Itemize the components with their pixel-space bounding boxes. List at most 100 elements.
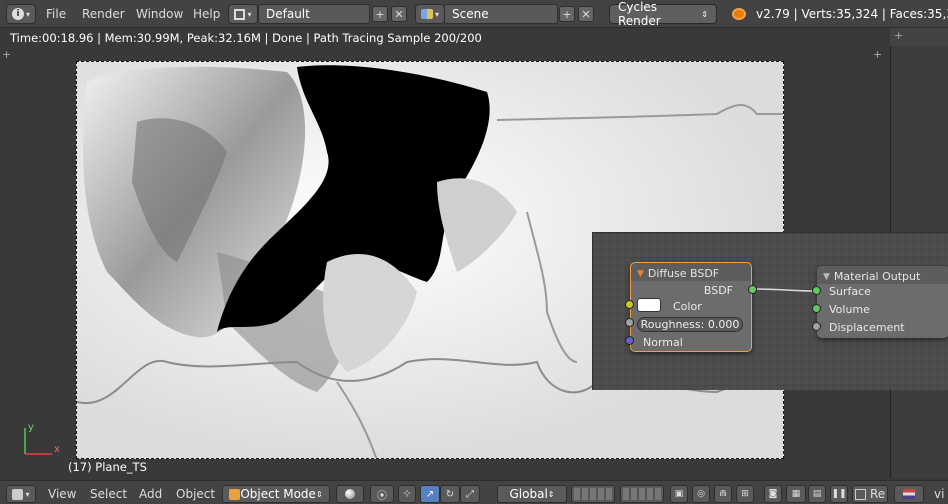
snap-toggle-button[interactable]: ⋒ (714, 485, 732, 503)
circle-icon: ◎ (697, 489, 705, 499)
translate-manipulator-button[interactable]: ↗ (420, 485, 440, 503)
roughness-slider[interactable]: Roughness: 0.000 (637, 317, 743, 332)
plus-icon[interactable]: + (894, 29, 903, 42)
transform-orientation-dropdown[interactable]: Global ⇕ (497, 485, 567, 503)
camera-icon: ◙ (768, 489, 778, 499)
snap-element-button[interactable]: ⊞ (736, 485, 754, 503)
scale-manipulator-button[interactable]: ⤢ (460, 485, 480, 503)
rotate-icon: ↻ (445, 488, 455, 500)
add-layout-button[interactable]: + (372, 6, 388, 22)
active-object-label: (17) Plane_TS (68, 460, 147, 474)
arrow-icon: ↗ (425, 488, 435, 500)
menu-window[interactable]: Window (136, 7, 183, 21)
menu-help[interactable]: Help (193, 7, 220, 21)
output-node-title: Material Output (833, 270, 921, 283)
timeline-icon (903, 489, 915, 499)
diffuse-bsdf-node[interactable]: ▼ Diffuse BSDF BSDF Color Roughness: 0.0… (630, 262, 752, 352)
editor-right-label: Re (870, 487, 886, 501)
volume-input-label: Volume (829, 303, 870, 316)
node-editor-panel[interactable]: ▼ Diffuse BSDF BSDF Color Roughness: 0.0… (592, 232, 948, 390)
info-icon: i (11, 8, 24, 20)
right-panel-header: + (890, 28, 948, 46)
render-button[interactable]: ▦ (786, 485, 806, 503)
updown-icon: ⇕ (701, 9, 708, 19)
proportional-edit-button[interactable]: ◎ (692, 485, 710, 503)
menu-view[interactable]: View (48, 487, 76, 501)
editor-type-right-button[interactable]: Re (852, 485, 888, 503)
collapse-triangle-icon[interactable]: ▼ (637, 269, 644, 279)
delete-scene-button[interactable]: ✕ (578, 6, 594, 22)
y-axis-label: y (28, 422, 34, 433)
rotate-manipulator-button[interactable]: ↻ (440, 485, 460, 503)
render-engine-dropdown[interactable]: Cycles Render ⇕ (609, 0, 717, 28)
scale-icon: ⤢ (466, 488, 474, 500)
screen-layout-browse-button[interactable]: ▾ (228, 4, 258, 24)
node-link (752, 288, 818, 292)
volume-socket[interactable] (812, 304, 821, 313)
top-header-bar: i ▾ File Render Window Help ▾ Default + … (0, 0, 948, 28)
axis-gizmo: y x (24, 422, 60, 455)
plus-icon[interactable]: + (873, 48, 882, 61)
add-scene-button[interactable]: + (559, 6, 575, 22)
plus-icon: + (562, 7, 572, 21)
cube-icon (229, 488, 241, 500)
3d-view-icon (12, 488, 24, 500)
displacement-socket[interactable] (812, 322, 821, 331)
color-socket[interactable] (625, 300, 634, 309)
chevron-down-icon: ▾ (25, 489, 30, 499)
delete-layout-button[interactable]: ✕ (391, 6, 407, 22)
render-status-text: Time:00:18.96 | Mem:30.99M, Peak:32.16M … (0, 28, 890, 46)
menu-add[interactable]: Add (139, 487, 162, 501)
clapper-icon: ▤ (812, 489, 822, 499)
menu-view-right[interactable]: vi (934, 487, 944, 501)
layout-grid-icon (234, 8, 246, 20)
layer-buttons-2[interactable] (620, 485, 664, 503)
pause-icon: ❚❚ (831, 489, 847, 499)
material-output-node[interactable]: ▼ Material Output Surface Volume Displac… (817, 266, 948, 338)
plus-icon[interactable]: + (2, 48, 11, 61)
diffuse-node-header[interactable]: ▼ Diffuse BSDF (631, 263, 751, 281)
magnet-icon: ⋒ (719, 489, 727, 499)
animation-render-button[interactable]: ▤ (808, 485, 826, 503)
close-icon: ✕ (581, 7, 591, 21)
pivot-point-dropdown[interactable]: ⦿ (370, 485, 394, 503)
layer-buttons-1[interactable] (571, 485, 615, 503)
collapse-triangle-icon[interactable]: ▼ (823, 272, 830, 282)
layers-grid-icon (623, 488, 661, 500)
scene-stats: v2.79 | Verts:35,324 | Faces:35,312 | (756, 7, 948, 21)
menu-select[interactable]: Select (90, 487, 127, 501)
pause-button[interactable]: ❚❚ (830, 485, 848, 503)
close-icon: ✕ (394, 7, 404, 21)
timeline-editor-button[interactable] (894, 485, 924, 503)
scene-name-field[interactable]: Scene (444, 4, 558, 24)
menu-render[interactable]: Render (82, 7, 125, 21)
updown-icon: ⇕ (315, 489, 323, 499)
sphere-shading-icon (345, 489, 355, 499)
snap-element-icon: ⊞ (741, 489, 749, 499)
menu-object[interactable]: Object (176, 487, 215, 501)
orientation-label: Global (509, 487, 548, 501)
manipulator-toggle[interactable]: ⊹ (398, 485, 416, 503)
roughness-socket[interactable] (625, 318, 634, 327)
lock-icon: ▣ (674, 489, 684, 499)
color-input-label: Color (673, 300, 702, 313)
normal-input-label: Normal (643, 336, 683, 349)
screen-layout-name-field[interactable]: Default (258, 4, 370, 24)
bottom-header-bar: ▾ View Select Add Object Object Mode ⇕ ⦿… (0, 480, 948, 504)
surface-socket[interactable] (812, 286, 821, 295)
chevron-down-icon: ▾ (247, 9, 252, 19)
editor-type-button[interactable]: ▾ (6, 485, 36, 503)
color-swatch[interactable] (637, 298, 661, 312)
opengl-render-button[interactable]: ◙ (764, 485, 782, 503)
menu-file[interactable]: File (46, 7, 66, 21)
viewport-shading-dropdown[interactable] (336, 485, 364, 503)
info-editor-type-button[interactable]: i ▾ (6, 4, 36, 24)
chevron-down-icon: ▾ (434, 9, 439, 19)
normal-socket[interactable] (625, 336, 634, 345)
output-node-header[interactable]: ▼ Material Output (817, 266, 948, 284)
mode-label: Object Mode (240, 487, 316, 501)
mode-dropdown[interactable]: Object Mode ⇕ (222, 485, 330, 503)
lock-layers-button[interactable]: ▣ (670, 485, 688, 503)
scene-browse-button[interactable]: ▾ (415, 4, 445, 24)
bsdf-output-socket[interactable] (748, 285, 757, 294)
